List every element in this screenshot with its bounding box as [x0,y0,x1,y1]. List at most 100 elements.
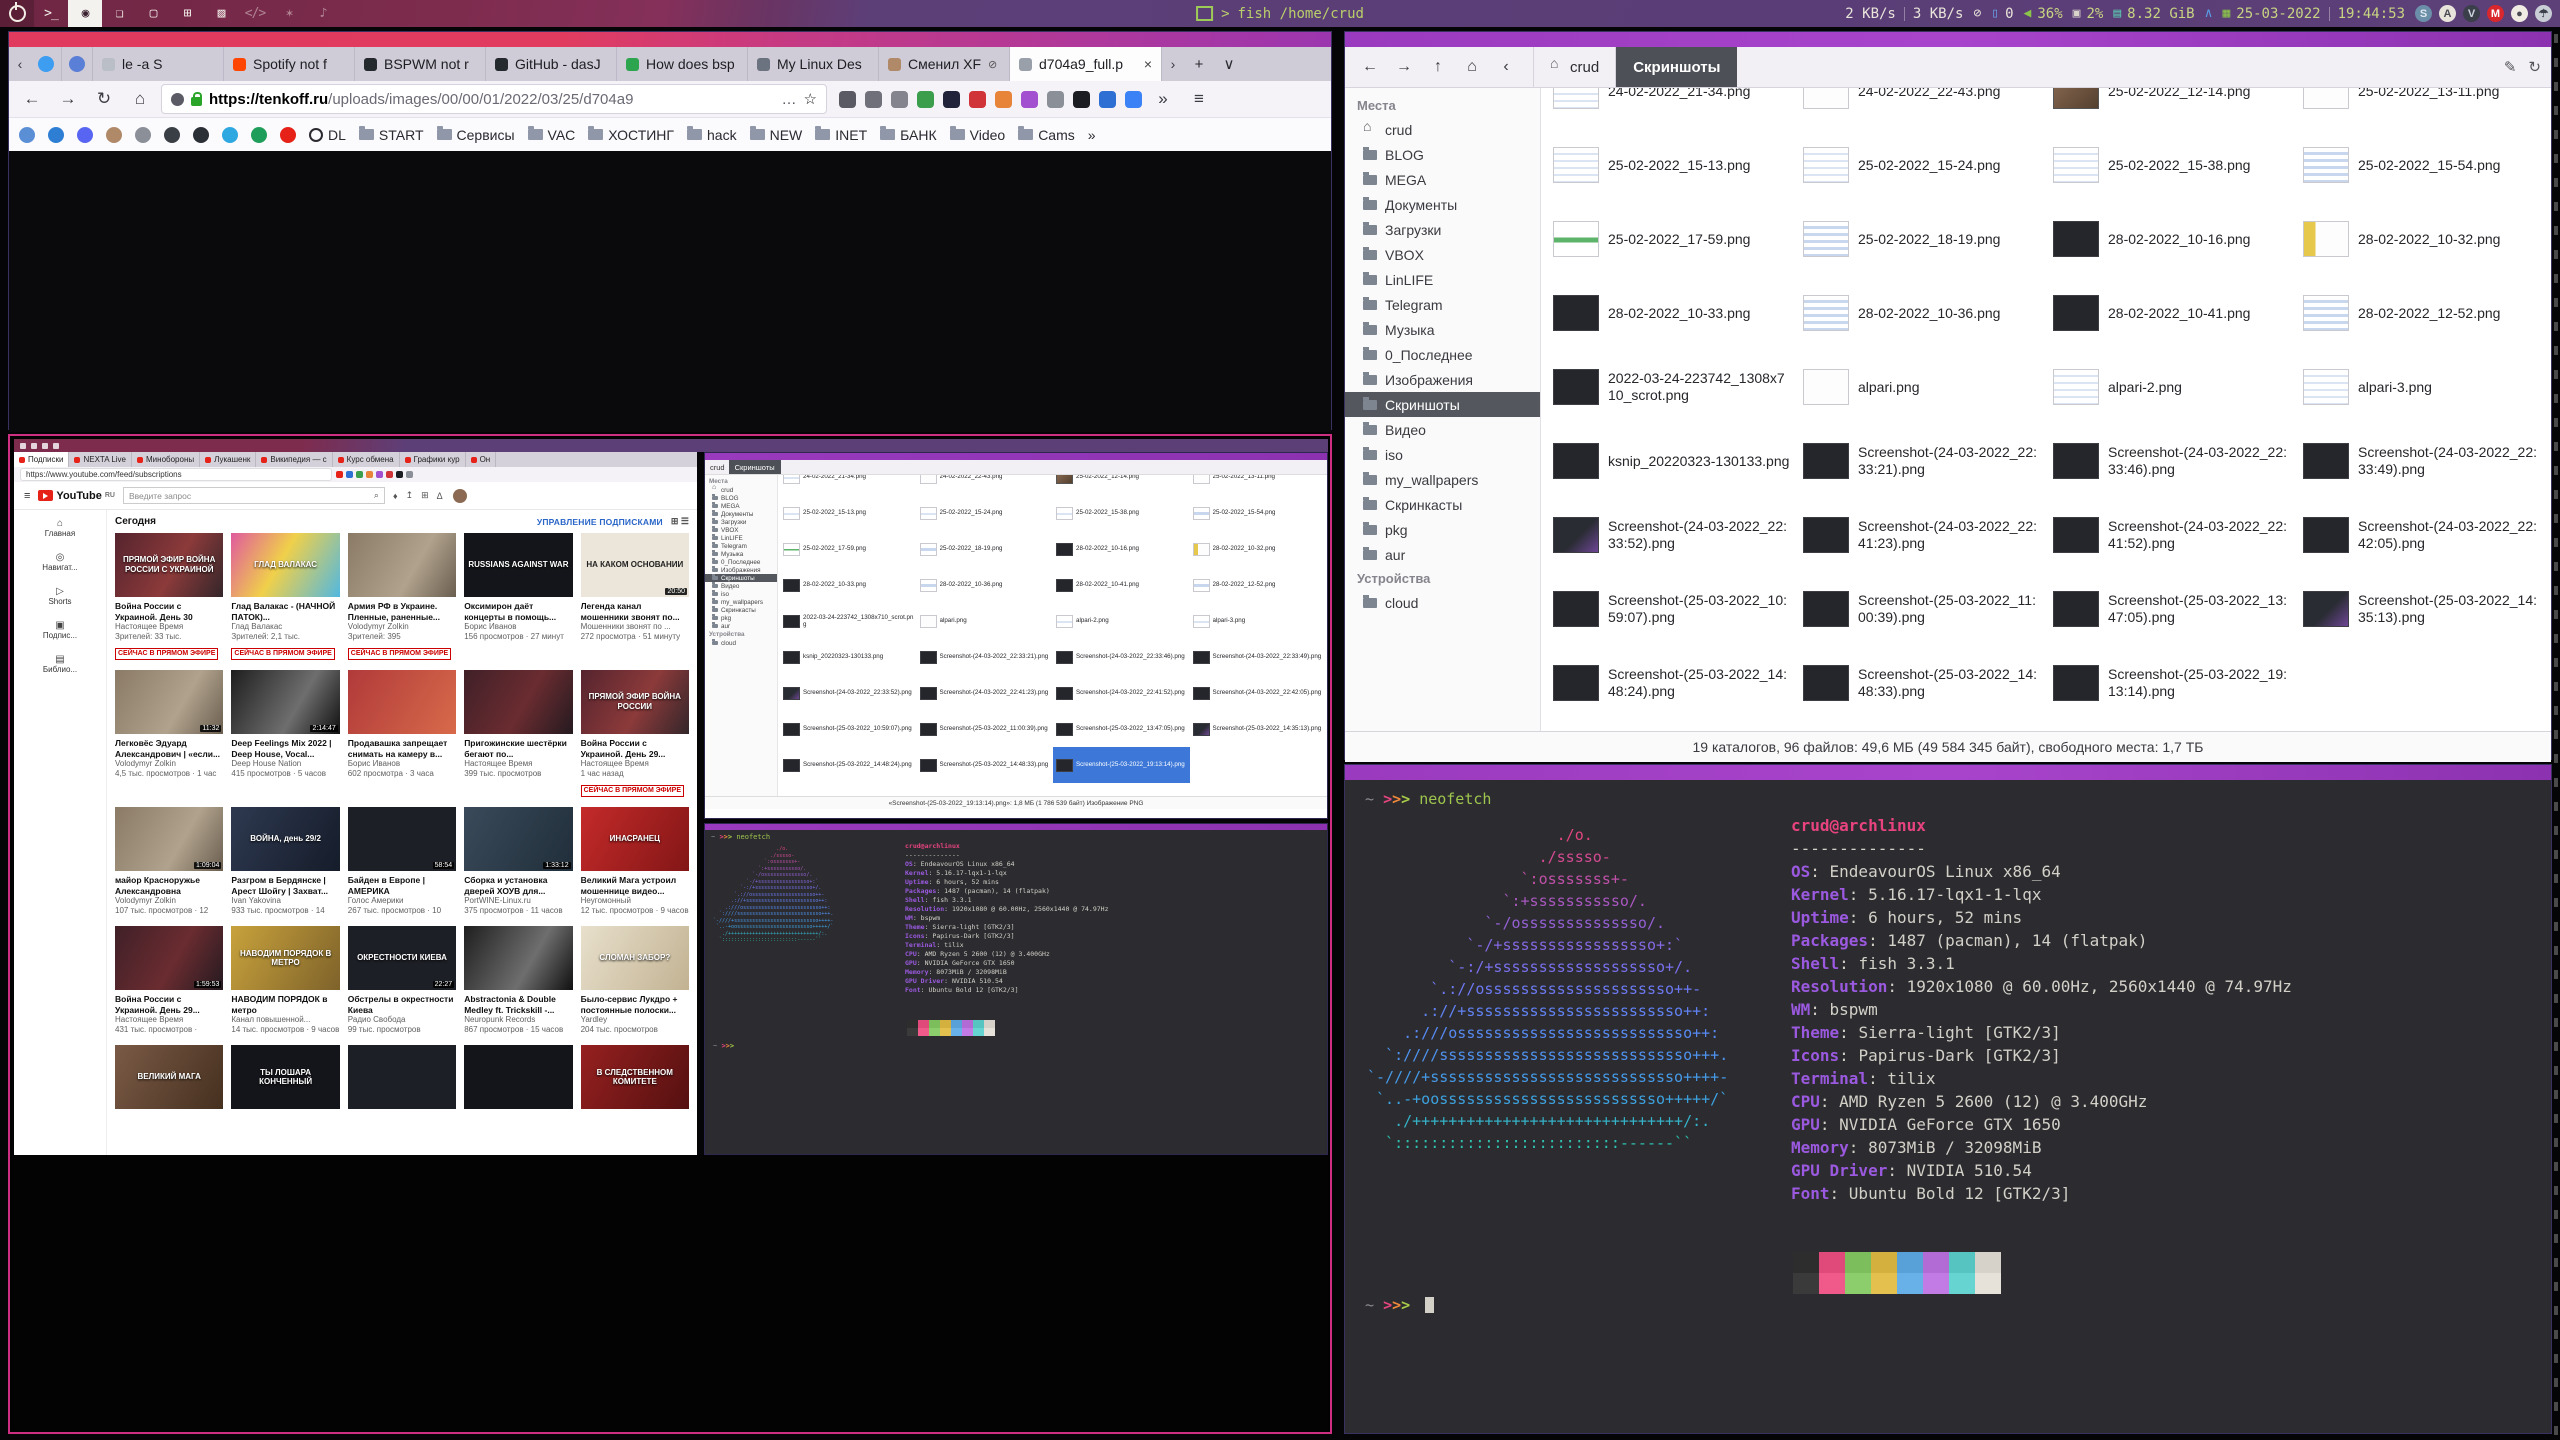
pinned-mastodon[interactable] [62,47,93,81]
workspace-code[interactable]: </> [238,0,272,27]
yt-video-card[interactable]: 11:32Легковёс Эдуард Александрович | «ес… [115,670,223,797]
shield-tray-icon[interactable]: V [2463,5,2480,22]
back-icon[interactable]: ← [17,85,47,113]
yt-video-card[interactable]: 1:33:12Сборка и установка дверей ХОУВ дл… [464,807,572,916]
file-item[interactable]: 2022-03-24-223742_1308x710_scrot.png [1547,350,1797,424]
sidebar-item-Документы[interactable]: Документы [705,510,777,518]
sidebar-item-Загрузки[interactable]: Загрузки [705,518,777,526]
device-item-cloud[interactable]: cloud [705,639,777,647]
file-item[interactable]: 28-02-2022_10-33.png [780,567,917,603]
device-item-cloud[interactable]: cloud [1345,590,1540,615]
file-item[interactable]: 25-02-2022_15-54.png [1190,495,1327,531]
bookmark-item[interactable]: hack [687,127,737,143]
sidebar-item-LinLIFE[interactable]: LinLIFE [1345,267,1540,292]
user-tray-icon[interactable]: A [2439,5,2456,22]
power-icon[interactable] [0,0,34,27]
tab-muted-icon[interactable]: ⊘ [988,58,997,71]
sidebar-item-Скриншоты[interactable]: Скриншоты [705,574,777,582]
vpn-icon[interactable] [943,91,960,108]
sidebar-item-iso[interactable]: iso [705,590,777,598]
yt-video-card[interactable]: НАВОДИМ ПОРЯДОК В МЕТРОНАВОДИМ ПОРЯДОК в… [231,926,339,1035]
file-item[interactable]: 25-02-2022_12-14.png [2047,88,2297,128]
bookmark-item[interactable]: NEW [750,127,803,143]
extension-hex-icon[interactable] [1021,91,1038,108]
sidebar-item-Telegram[interactable]: Telegram [1345,292,1540,317]
yt-manage-subscriptions-link[interactable]: УПРАВЛЕНИЕ ПОДПИСКАМИ [537,517,663,527]
bookmark-item[interactable]: DL [309,127,346,143]
file-item[interactable]: ksnip_20220323-130133.png [1547,424,1797,498]
file-item[interactable]: 25-02-2022_17-59.png [780,531,917,567]
file-item[interactable]: 28-02-2022_10-33.png [1547,276,1797,350]
sidebar-item-pkg[interactable]: pkg [1345,517,1540,542]
sidebar-item-BLOG[interactable]: BLOG [705,494,777,502]
file-item[interactable]: 25-02-2022_13-11.png [2297,88,2547,128]
file-item[interactable]: 28-02-2022_10-41.png [1053,567,1190,603]
bookmark-item[interactable]: INET [815,127,867,143]
file-item[interactable]: 28-02-2022_10-36.png [1797,276,2047,350]
workspace-terminal[interactable]: >_ [34,0,68,27]
fm-file-grid[interactable]: 24-02-2022_21-34.png24-02-2022_22-43.png… [1541,88,2551,731]
sidebar-item-pkg[interactable]: pkg [705,614,777,622]
file-item[interactable]: 28-02-2022_10-32.png [2297,202,2547,276]
yt-upload-icon[interactable]: ↥ [406,490,414,501]
file-item[interactable]: alpari.png [1797,350,2047,424]
fm-tab[interactable]: Скриншоты [1616,47,1737,87]
workspace-music[interactable]: ♪ [306,0,340,27]
file-item[interactable]: ksnip_20220323-130133.png [780,639,917,675]
yt-video-card[interactable]: ВЕЛИКИЙ МАГА [115,1045,223,1109]
yt-video-card[interactable]: Продавашка запрещает снимать на камеру в… [348,670,456,797]
mini-browser-tab[interactable]: Википедия — с [256,452,332,467]
yt-video-card[interactable]: RUSSIANS AGAINST WARОксимирон даёт конце… [464,533,572,660]
sidebar-item-Скринкасты[interactable]: Скринкасты [1345,492,1540,517]
sidebar-item-Скринкасты[interactable]: Скринкасты [705,606,777,614]
file-item[interactable]: Screenshot-(25-03-2022_14:48:33).png [917,747,1054,783]
yt-video-card[interactable]: ВОЙНА, день 29/2Разгром в Бердянске | Ар… [231,807,339,916]
yt-logo[interactable]: YouTubeRU [38,490,115,502]
bookmark-item[interactable]: Cams [1018,127,1075,143]
file-item[interactable]: Screenshot-(25-03-2022_14:48:24).png [780,747,917,783]
fm-reload-icon[interactable]: ↻ [2528,58,2541,76]
browser-tab[interactable]: d704a9_full.p× [1010,47,1162,81]
file-item[interactable]: 25-02-2022_15-38.png [1053,495,1190,531]
file-item[interactable]: Screenshot-(25-03-2022_13:47:05).png [1053,711,1190,747]
file-item[interactable]: Screenshot-(24-03-2022_22:42:05).png [2297,498,2547,572]
tab-close-icon[interactable]: × [1144,56,1152,72]
yt-bell-icon[interactable]: Δ [437,491,443,501]
workspace-keys[interactable]: ✶ [272,0,306,27]
youtube-bookmark-icon[interactable] [280,127,296,143]
yt-menu-icon[interactable]: ≡ [24,490,30,502]
yt-video-card[interactable]: ИНАСРАНЕЦВеликий Мага устроил мошеннице … [581,807,689,916]
fm-home-icon[interactable]: ⌂ [1457,53,1487,81]
file-item[interactable]: Screenshot-(24-03-2022_22:41:23).png [1797,498,2047,572]
mini-browser-tab[interactable]: Графики кур [400,452,466,467]
file-item[interactable]: Screenshot-(25-03-2022_19:13:14).png [2047,646,2297,720]
location-tray-icon[interactable]: ● [2511,5,2528,22]
bookmark-item[interactable]: ХОСТИНГ [588,127,674,143]
yt-video-card[interactable]: Армия РФ в Украине. Пленные, раненные...… [348,533,456,660]
page-actions-icon[interactable]: … [782,91,797,108]
screenshots-icon[interactable] [865,91,882,108]
fm-up-icon[interactable]: ↑ [1423,53,1453,81]
file-item[interactable]: Screenshot-(24-03-2022_22:33:49).png [2297,424,2547,498]
firefox-ring-bookmark-icon[interactable] [48,127,64,143]
firefox-titlebar[interactable] [9,32,1331,47]
sidebar-item-my_wallpapers[interactable]: my_wallpapers [705,598,777,606]
file-item[interactable]: 28-02-2022_10-36.png [917,567,1054,603]
url-input[interactable]: https://tenkoff.ru/uploads/images/00/00/… [161,84,827,114]
sidebar-item-Telegram[interactable]: Telegram [705,542,777,550]
bookmark-item[interactable]: START [359,127,424,143]
new-tab-button[interactable]: + [1184,47,1214,81]
file-item[interactable]: Screenshot-(24-03-2022_22:42:05).png [1190,675,1327,711]
mastodon-bookmark-icon[interactable] [19,127,35,143]
terminal-titlebar[interactable] [1345,765,2551,780]
bookmark-item[interactable]: БАНК [880,127,936,143]
yt-sidebar-item[interactable]: ⌂Главная [14,518,106,538]
mini-browser-tab[interactable]: Курс обмена [333,452,400,467]
yt-video-card[interactable]: Пригожинские шестёрки бегают по...Настоя… [464,670,572,797]
darkreader-icon[interactable] [1073,91,1090,108]
yt-video-card[interactable]: ПРЯМОЙ ЭФИР ВОЙНА РОССИИ С УКРАИНОЙВойна… [115,533,223,660]
sidebar-item-0_Последнее[interactable]: 0_Последнее [705,558,777,566]
sidebar-item-crud[interactable]: crud [1345,117,1540,142]
yt-video-card[interactable]: НА КАКОМ ОСНОВАНИИ20:50Легенда канал мош… [581,533,689,660]
fm-tab[interactable]: crud [1533,47,1616,87]
